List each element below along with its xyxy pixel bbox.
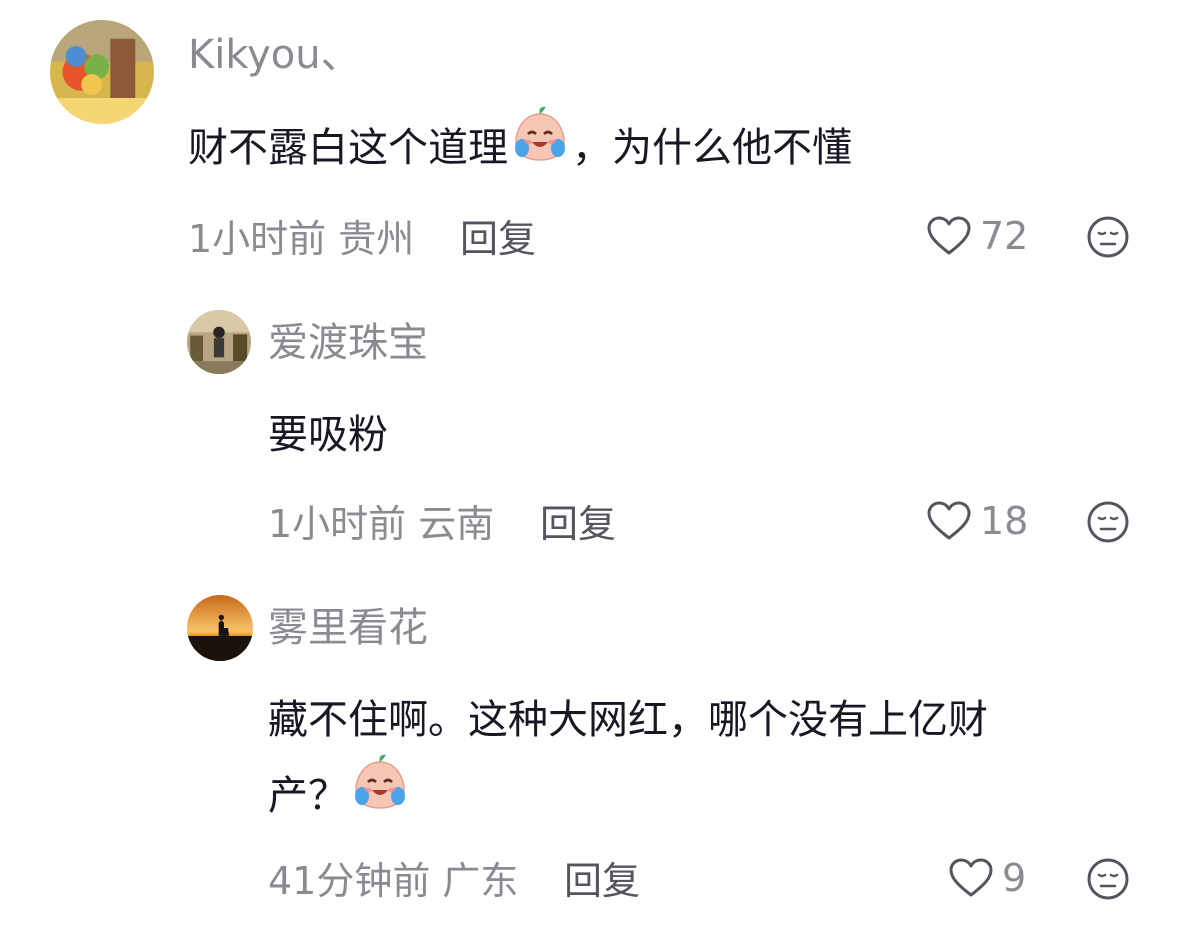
crying-laughing-peach-emoji <box>350 752 410 837</box>
comment-line: 要吸粉 <box>268 412 388 458</box>
avatar[interactable] <box>187 595 253 661</box>
meh-face-icon <box>1086 500 1130 544</box>
heart-outline-icon <box>926 500 972 542</box>
meh-face-icon <box>1086 857 1130 901</box>
dislike-button[interactable] <box>1086 857 1130 901</box>
reply-button[interactable]: 回复 <box>564 862 640 900</box>
heart-outline-icon <box>948 857 994 899</box>
comment-meta: 41分钟前 广东 <box>268 862 518 900</box>
heart-outline-icon <box>926 215 972 257</box>
dislike-button[interactable] <box>1086 215 1130 259</box>
like-button[interactable]: 72 <box>926 215 1028 257</box>
like-count: 72 <box>980 214 1029 258</box>
comment-text: 要吸粉 <box>268 397 388 473</box>
comment-item-1: Kikyou、 财不露白这个道理 ，为什么他不懂 1小时前 贵州 回复 72 <box>0 0 1200 290</box>
reply-button[interactable]: 回复 <box>540 505 616 543</box>
like-count: 18 <box>980 499 1029 543</box>
timestamp: 1小时前 <box>188 217 327 261</box>
comment-text: 财不露白这个道理 ，为什么他不懂 <box>188 106 852 189</box>
location: 云南 <box>418 502 495 546</box>
comment-meta: 1小时前 云南 <box>268 505 494 543</box>
comment-meta: 1小时前 贵州 <box>188 220 414 258</box>
timestamp: 1小时前 <box>268 502 407 546</box>
location: 广东 <box>442 859 519 903</box>
dislike-button[interactable] <box>1086 500 1130 544</box>
crying-laughing-peach-emoji <box>510 104 570 189</box>
timestamp: 41分钟前 <box>268 859 431 903</box>
avatar[interactable] <box>187 310 251 374</box>
comment-line: 财不露白这个道理 ，为什么他不懂 <box>188 106 852 189</box>
avatar-image <box>187 310 251 374</box>
username[interactable]: 爱渡珠宝 <box>268 323 428 363</box>
comment-item-2: 爱渡珠宝 要吸粉 1小时前 云南 回复 18 <box>0 290 1200 580</box>
username[interactable]: 雾里看花 <box>268 608 428 648</box>
avatar[interactable] <box>50 20 154 124</box>
comment-line: 产？ <box>268 754 988 837</box>
reply-button[interactable]: 回复 <box>460 220 536 258</box>
comment-text: 藏不住啊。这种大网红，哪个没有上亿财 产？ <box>268 682 988 837</box>
like-button[interactable]: 18 <box>926 500 1028 542</box>
avatar-image <box>50 20 154 124</box>
comment-line: 藏不住啊。这种大网红，哪个没有上亿财 <box>268 697 988 743</box>
like-count: 9 <box>1002 856 1027 900</box>
username[interactable]: Kikyou、 <box>188 35 361 75</box>
meh-face-icon <box>1086 215 1130 259</box>
like-button[interactable]: 9 <box>948 857 1026 899</box>
avatar-image <box>187 595 253 661</box>
location: 贵州 <box>338 217 415 261</box>
comment-item-3: 雾里看花 藏不住啊。这种大网红，哪个没有上亿财 产？ 41分钟前 广东 回复 9 <box>0 580 1200 939</box>
